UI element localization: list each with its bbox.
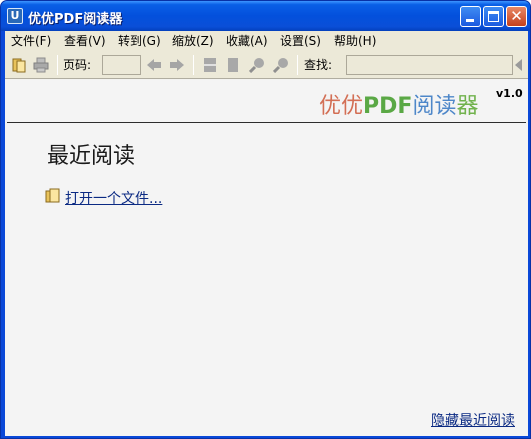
window-title: 优优PDF阅读器 bbox=[28, 12, 123, 27]
brand-logo: 优优PDF阅读器 bbox=[319, 88, 478, 120]
fit-width-icon[interactable] bbox=[202, 57, 218, 73]
minimize-button[interactable] bbox=[460, 6, 481, 27]
open-file-link[interactable]: 打开一个文件... bbox=[65, 188, 162, 208]
menu-favorites[interactable]: 收藏(A) bbox=[226, 34, 268, 48]
search-label: 查找: bbox=[304, 58, 333, 72]
maximize-button[interactable] bbox=[483, 6, 504, 27]
hide-recent-link[interactable]: 隐藏最近阅读 bbox=[431, 410, 515, 430]
app-logo-icon: U bbox=[7, 8, 23, 24]
next-page-icon[interactable] bbox=[169, 57, 185, 73]
menu-bar: 文件(F) 查看(V) 转到(G) 缩放(Z) 收藏(A) 设置(S) 帮助(H… bbox=[5, 31, 528, 51]
menu-zoom[interactable]: 缩放(Z) bbox=[172, 34, 214, 48]
open-file-icon bbox=[45, 188, 60, 203]
brand-part-1: 优优 bbox=[319, 94, 364, 119]
close-icon: ✕ bbox=[510, 7, 523, 25]
page-number-input[interactable] bbox=[102, 55, 141, 75]
start-page: 优优PDF阅读器 v1.0 最近阅读 打开一个文件... 隐藏最近阅读 bbox=[5, 80, 528, 436]
prev-page-icon[interactable] bbox=[146, 57, 162, 73]
brand-part-4: 器 bbox=[456, 94, 479, 119]
close-button[interactable]: ✕ bbox=[506, 6, 527, 27]
minimize-icon bbox=[466, 19, 474, 22]
print-icon[interactable] bbox=[33, 57, 49, 73]
title-bar[interactable]: U 优优PDF阅读器 ✕ bbox=[1, 1, 530, 31]
toolbar-separator bbox=[193, 55, 194, 75]
app-window: U 优优PDF阅读器 ✕ 文件(F) 查看(V) 转到(G) 缩放(Z) 收藏(… bbox=[0, 0, 531, 439]
brand-part-2: PDF bbox=[363, 94, 413, 119]
search-input[interactable] bbox=[346, 55, 513, 75]
version-label: v1.0 bbox=[496, 87, 523, 100]
toolbar-separator bbox=[57, 55, 58, 75]
menu-goto[interactable]: 转到(G) bbox=[118, 34, 161, 48]
fit-page-icon[interactable] bbox=[225, 57, 241, 73]
header-divider bbox=[7, 122, 526, 123]
menu-view[interactable]: 查看(V) bbox=[64, 34, 106, 48]
menu-settings[interactable]: 设置(S) bbox=[280, 34, 321, 48]
zoom-in-icon[interactable] bbox=[249, 57, 265, 73]
toolbar: 页码: 查找: bbox=[5, 51, 528, 79]
brand-part-3: 阅读 bbox=[412, 94, 457, 119]
toolbar-separator bbox=[297, 55, 298, 75]
menu-help[interactable]: 帮助(H) bbox=[334, 34, 376, 48]
recent-reading-title: 最近阅读 bbox=[47, 144, 136, 169]
menu-file[interactable]: 文件(F) bbox=[11, 34, 51, 48]
open-file-icon[interactable] bbox=[11, 57, 27, 73]
page-label: 页码: bbox=[63, 58, 92, 72]
search-go-icon[interactable] bbox=[515, 59, 522, 71]
zoom-out-icon[interactable] bbox=[273, 57, 289, 73]
client-area: 文件(F) 查看(V) 转到(G) 缩放(Z) 收藏(A) 设置(S) 帮助(H… bbox=[5, 31, 528, 436]
maximize-icon bbox=[488, 11, 499, 22]
